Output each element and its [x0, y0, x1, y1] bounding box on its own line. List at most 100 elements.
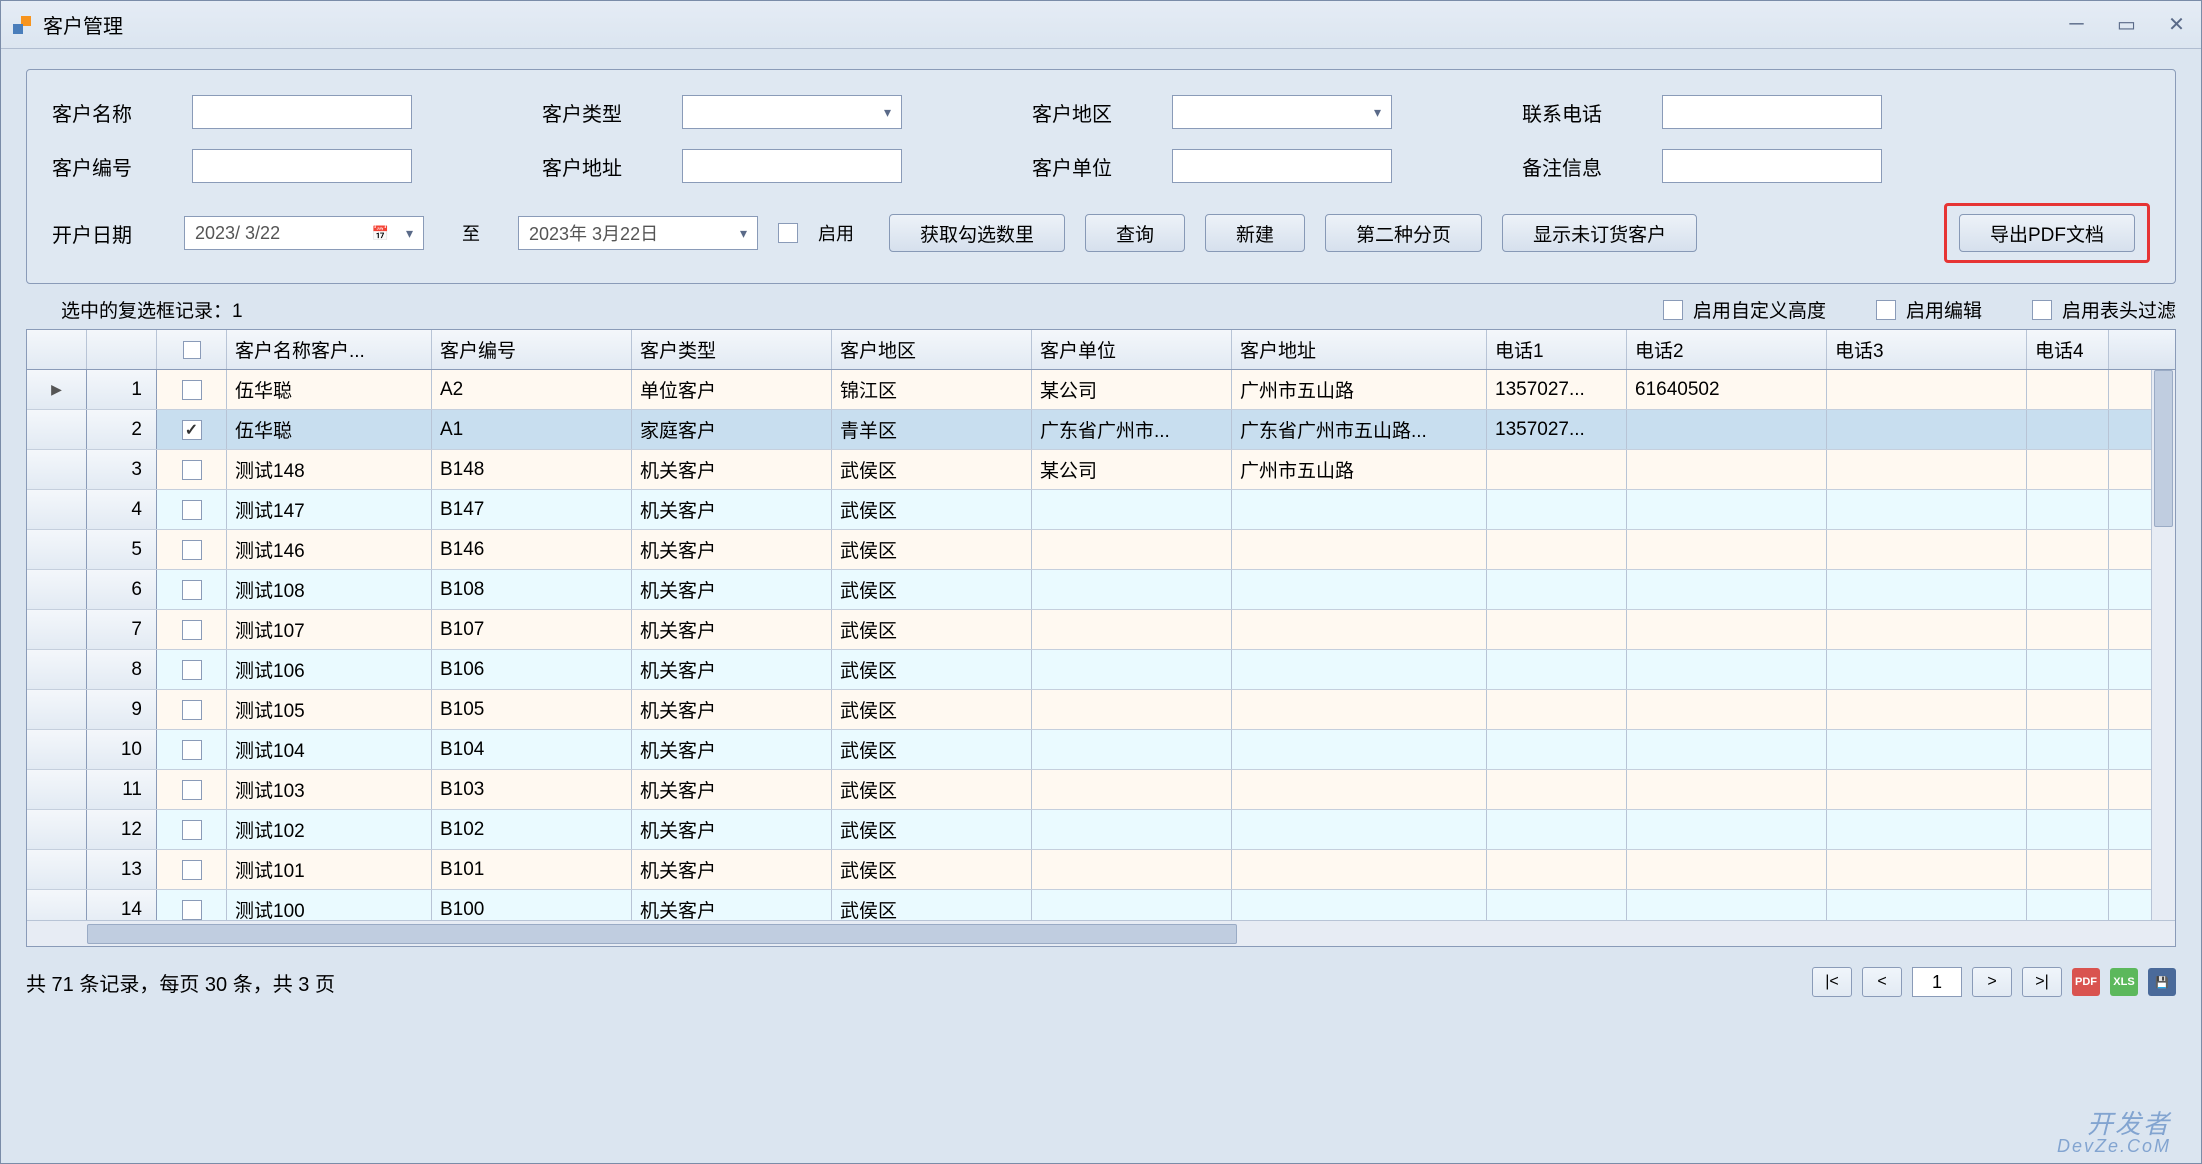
- cell-name[interactable]: 伍华聪: [227, 410, 432, 449]
- cell-tel4[interactable]: [2027, 410, 2109, 449]
- cell-unit[interactable]: [1032, 490, 1232, 529]
- cell-tel4[interactable]: [2027, 770, 2109, 809]
- select-region[interactable]: [1172, 95, 1392, 129]
- minimize-icon[interactable]: ─: [2064, 15, 2089, 35]
- pager-page-input[interactable]: [1912, 967, 1962, 997]
- cell-tel3[interactable]: [1827, 370, 2027, 409]
- cell-tel1[interactable]: [1487, 810, 1627, 849]
- select-type[interactable]: [682, 95, 902, 129]
- row-checkbox[interactable]: [182, 860, 202, 880]
- cell-code[interactable]: A1: [432, 410, 632, 449]
- cell-name[interactable]: 测试101: [227, 850, 432, 889]
- cell-type[interactable]: 机关客户: [632, 450, 832, 489]
- checkbox-enable[interactable]: [778, 223, 798, 243]
- row-checkbox[interactable]: [182, 620, 202, 640]
- cell-tel3[interactable]: [1827, 810, 2027, 849]
- cell-code[interactable]: B106: [432, 650, 632, 689]
- maximize-icon[interactable]: ▭: [2114, 15, 2139, 35]
- row-checkbox-cell[interactable]: [157, 890, 227, 920]
- cell-tel1[interactable]: [1487, 610, 1627, 649]
- input-unit[interactable]: [1172, 149, 1392, 183]
- cell-type[interactable]: 机关客户: [632, 650, 832, 689]
- row-checkbox-cell[interactable]: [157, 650, 227, 689]
- cell-type[interactable]: 机关客户: [632, 730, 832, 769]
- cell-unit[interactable]: [1032, 730, 1232, 769]
- cell-addr[interactable]: [1232, 530, 1487, 569]
- cell-unit[interactable]: [1032, 530, 1232, 569]
- cell-tel2[interactable]: [1627, 610, 1827, 649]
- cell-tel1[interactable]: [1487, 490, 1627, 529]
- cell-tel1[interactable]: [1487, 450, 1627, 489]
- cell-code[interactable]: B104: [432, 730, 632, 769]
- titlebar[interactable]: 客户管理 ─ ▭ ✕: [1, 1, 2201, 49]
- cell-tel1[interactable]: [1487, 770, 1627, 809]
- pager-last[interactable]: >|: [2022, 967, 2062, 997]
- table-row[interactable]: 8测试106B106机关客户武侯区: [27, 650, 2175, 690]
- btn-show-unordered[interactable]: 显示未订货客户: [1502, 214, 1697, 252]
- cell-code[interactable]: B102: [432, 810, 632, 849]
- btn-get-checked[interactable]: 获取勾选数里: [889, 214, 1065, 252]
- col-indicator[interactable]: [27, 330, 87, 369]
- cell-tel2[interactable]: [1627, 850, 1827, 889]
- cell-addr[interactable]: [1232, 570, 1487, 609]
- cell-tel3[interactable]: [1827, 850, 2027, 889]
- row-checkbox[interactable]: [182, 580, 202, 600]
- cell-unit[interactable]: [1032, 890, 1232, 920]
- table-row[interactable]: 14测试100B100机关客户武侯区: [27, 890, 2175, 920]
- cell-addr[interactable]: [1232, 890, 1487, 920]
- cell-tel3[interactable]: [1827, 650, 2027, 689]
- row-checkbox-cell[interactable]: [157, 450, 227, 489]
- cell-code[interactable]: A2: [432, 370, 632, 409]
- cell-tel4[interactable]: [2027, 570, 2109, 609]
- cell-tel1[interactable]: [1487, 570, 1627, 609]
- cell-unit[interactable]: 某公司: [1032, 370, 1232, 409]
- horizontal-scrollbar[interactable]: [27, 920, 2175, 946]
- row-checkbox-cell[interactable]: [157, 730, 227, 769]
- cell-region[interactable]: 锦江区: [832, 370, 1032, 409]
- input-phone[interactable]: [1662, 95, 1882, 129]
- cell-unit[interactable]: [1032, 810, 1232, 849]
- table-row[interactable]: 10测试104B104机关客户武侯区: [27, 730, 2175, 770]
- checkbox-enable-edit[interactable]: [1876, 300, 1896, 320]
- row-checkbox[interactable]: [182, 900, 202, 920]
- cell-tel2[interactable]: [1627, 730, 1827, 769]
- header-checkbox-icon[interactable]: [183, 341, 201, 359]
- cell-tel1[interactable]: [1487, 850, 1627, 889]
- cell-tel4[interactable]: [2027, 610, 2109, 649]
- cell-tel3[interactable]: [1827, 610, 2027, 649]
- btn-page2[interactable]: 第二种分页: [1325, 214, 1482, 252]
- col-tel1[interactable]: 电话1: [1487, 330, 1627, 369]
- col-tel3[interactable]: 电话3: [1827, 330, 2027, 369]
- cell-region[interactable]: 武侯区: [832, 730, 1032, 769]
- col-rownum[interactable]: [87, 330, 157, 369]
- cell-region[interactable]: 武侯区: [832, 850, 1032, 889]
- cell-region[interactable]: 武侯区: [832, 450, 1032, 489]
- col-code[interactable]: 客户编号: [432, 330, 632, 369]
- row-checkbox-cell[interactable]: [157, 690, 227, 729]
- cell-tel3[interactable]: [1827, 530, 2027, 569]
- btn-query[interactable]: 查询: [1085, 214, 1185, 252]
- cell-tel1[interactable]: [1487, 890, 1627, 920]
- cell-addr[interactable]: [1232, 810, 1487, 849]
- col-addr[interactable]: 客户地址: [1232, 330, 1487, 369]
- save-icon[interactable]: 💾: [2148, 968, 2176, 996]
- cell-tel4[interactable]: [2027, 490, 2109, 529]
- row-checkbox-cell[interactable]: [157, 770, 227, 809]
- cell-type[interactable]: 家庭客户: [632, 410, 832, 449]
- cell-tel4[interactable]: [2027, 730, 2109, 769]
- row-checkbox-cell[interactable]: [157, 370, 227, 409]
- cell-name[interactable]: 测试100: [227, 890, 432, 920]
- cell-tel3[interactable]: [1827, 690, 2027, 729]
- col-type[interactable]: 客户类型: [632, 330, 832, 369]
- row-checkbox[interactable]: [182, 660, 202, 680]
- cell-tel2[interactable]: [1627, 410, 1827, 449]
- checkbox-header-filter[interactable]: [2032, 300, 2052, 320]
- cell-type[interactable]: 机关客户: [632, 610, 832, 649]
- cell-name[interactable]: 测试102: [227, 810, 432, 849]
- row-checkbox[interactable]: [182, 700, 202, 720]
- cell-name[interactable]: 测试104: [227, 730, 432, 769]
- cell-tel4[interactable]: [2027, 650, 2109, 689]
- cell-tel3[interactable]: [1827, 730, 2027, 769]
- cell-region[interactable]: 武侯区: [832, 530, 1032, 569]
- btn-new[interactable]: 新建: [1205, 214, 1305, 252]
